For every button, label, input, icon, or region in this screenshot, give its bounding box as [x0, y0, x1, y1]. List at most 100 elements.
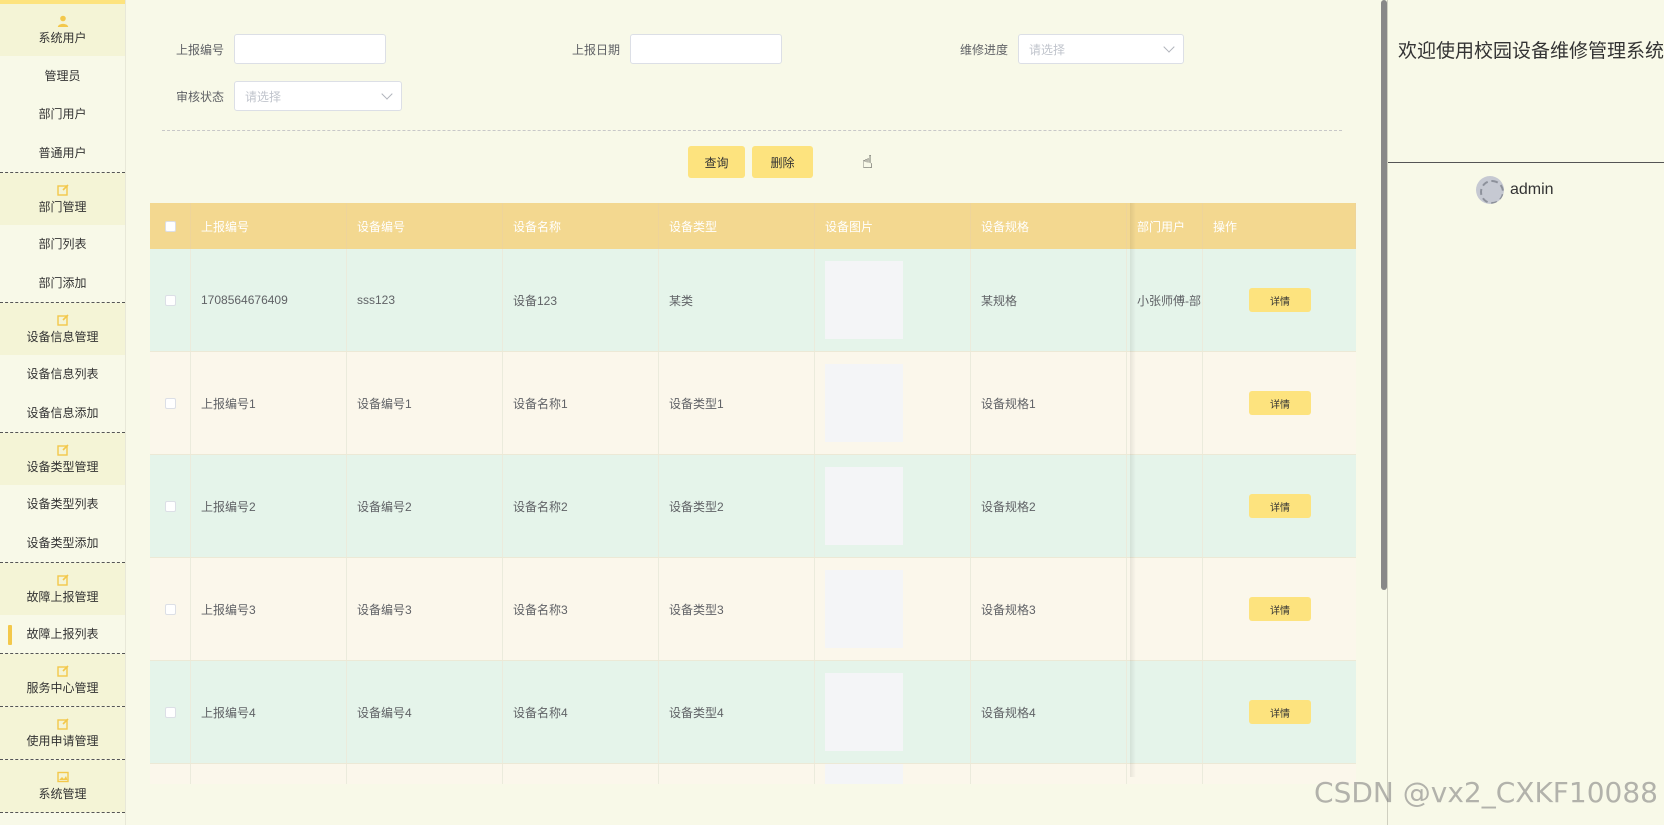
detail-button[interactable]: 详情	[1249, 597, 1311, 621]
device-image-cell	[815, 661, 971, 763]
row-check-cell	[150, 558, 191, 660]
query-button[interactable]: 查询	[688, 146, 745, 178]
row-check-cell	[150, 455, 191, 557]
table-row[interactable]: 上报编号1 设备编号1 设备名称1 设备类型1 设备规格1 详情	[150, 352, 1356, 455]
spec-cell: 设备规格1	[971, 352, 1127, 454]
menu-head-device-type[interactable]: 设备类型管理	[0, 432, 125, 485]
sidebar-item-type-add[interactable]: 设备类型添加	[0, 523, 125, 562]
menu-head-fault-report[interactable]: 故障上报管理	[0, 562, 125, 615]
select-all-checkbox[interactable]	[164, 220, 176, 232]
menu-group-system: 系统管理	[0, 760, 125, 813]
column-header[interactable]: 设备类型	[659, 203, 815, 249]
audit-select[interactable]: 请选择	[234, 81, 402, 111]
device-type-cell: 某类	[659, 249, 815, 351]
column-header[interactable]: 设备名称	[503, 203, 659, 249]
device-type-cell: 设备类型4	[659, 661, 815, 763]
sidebar-item-fault-list[interactable]: 故障上报列表	[0, 615, 125, 654]
menu-head-dept[interactable]: 部门管理	[0, 172, 125, 225]
empty-cell	[191, 764, 347, 784]
select-all-cell	[150, 203, 191, 249]
device-type-cell: 设备类型1	[659, 352, 815, 454]
row-checkbox[interactable]	[164, 397, 176, 409]
device-image-cell	[815, 455, 971, 557]
table-row[interactable]: 上报编号4 设备编号4 设备名称4 设备类型4 设备规格4 详情	[150, 661, 1356, 764]
report-date-input[interactable]	[630, 34, 782, 64]
report-no-cell: 上报编号1	[191, 352, 347, 454]
device-name-cell: 设备123	[503, 249, 659, 351]
delete-button[interactable]: 删除	[752, 146, 813, 178]
sidebar-item-dept-add[interactable]: 部门添加	[0, 263, 125, 302]
menu-group-system-users: 系统用户 管理员 部门用户 普通用户	[0, 4, 125, 173]
menu-head-label: 使用申请管理	[26, 734, 99, 748]
detail-button[interactable]: 详情	[1249, 494, 1311, 518]
user-info[interactable]: admin	[1476, 176, 1554, 204]
column-header[interactable]: 设备图片	[815, 203, 971, 249]
detail-button[interactable]: 详情	[1249, 700, 1311, 724]
menu-head-label: 服务中心管理	[26, 681, 99, 695]
column-header[interactable]: 设备规格	[971, 203, 1127, 249]
device-name-cell: 设备名称3	[503, 558, 659, 660]
menu-head-service[interactable]: 服务中心管理	[0, 654, 125, 706]
chevron-down-icon	[381, 88, 393, 100]
table-row[interactable]: 1708564676409 sss123 设备123 某类 某规格 小张师傅-部…	[150, 249, 1356, 352]
device-image	[825, 467, 903, 545]
spec-cell: 设备规格4	[971, 661, 1127, 763]
sidebar-item-dept-users[interactable]: 部门用户	[0, 95, 125, 134]
menu-head-system[interactable]: 系统管理	[0, 760, 125, 812]
row-check-cell	[150, 661, 191, 763]
device-image-cell	[815, 352, 971, 454]
sidebar-item-dept-list[interactable]: 部门列表	[0, 225, 125, 264]
row-checkbox[interactable]	[164, 603, 176, 615]
menu-head-device-info[interactable]: 设备信息管理	[0, 302, 125, 355]
welcome-title: 欢迎使用校园设备维修管理系统	[1397, 41, 1664, 62]
sidebar-item-admin[interactable]: 管理员	[0, 56, 125, 95]
column-header[interactable]: 上报编号	[191, 203, 347, 249]
table-row[interactable]: 上报编号2 设备编号2 设备名称2 设备类型2 设备规格2 详情	[150, 455, 1356, 558]
menu-group-apply: 使用申请管理	[0, 707, 125, 760]
chevron-down-icon	[1163, 41, 1175, 53]
spec-cell: 设备规格3	[971, 558, 1127, 660]
main-content: 上报编号 上报日期 维修进度 请选择 审核状态 请选择 查询 删除 ☝ 上报编号…	[126, 0, 1381, 825]
device-image-cell	[815, 764, 971, 784]
menu-head-label: 系统用户	[38, 31, 87, 45]
sidebar-item-device-add[interactable]: 设备信息添加	[0, 393, 125, 432]
device-name-cell: 设备名称4	[503, 661, 659, 763]
device-type-cell: 设备类型2	[659, 455, 815, 557]
edit-icon	[56, 573, 69, 586]
column-header[interactable]: 部门用户	[1127, 203, 1203, 249]
device-image	[825, 261, 903, 339]
row-checkbox[interactable]	[164, 294, 176, 306]
progress-select[interactable]: 请选择	[1018, 34, 1184, 64]
edit-icon	[56, 443, 69, 456]
menu-head-apply[interactable]: 使用申请管理	[0, 707, 125, 759]
action-cell: 详情	[1203, 455, 1356, 557]
detail-button[interactable]: 详情	[1249, 288, 1311, 312]
edit-icon	[56, 313, 69, 326]
action-cell: 详情	[1203, 558, 1356, 660]
menu-group-device-info: 设备信息管理 设备信息列表 设备信息添加	[0, 302, 125, 433]
hand-cursor-icon: ☝	[862, 152, 873, 172]
report-no-input[interactable]	[234, 34, 386, 64]
report-no-label: 上报编号	[175, 42, 224, 57]
action-cell: 详情	[1203, 661, 1356, 763]
audit-placeholder: 请选择	[245, 89, 282, 104]
menu-head-system-users[interactable]: 系统用户	[0, 4, 125, 56]
edit-icon	[56, 718, 69, 730]
sidebar-item-device-list[interactable]: 设备信息列表	[0, 355, 125, 394]
menu-head-label: 设备信息管理	[26, 329, 99, 344]
report-no-cell: 1708564676409	[191, 249, 347, 351]
menu-head-label: 系统管理	[38, 787, 87, 801]
filter-audit: 审核状态 请选择	[126, 81, 402, 111]
device-image	[825, 364, 903, 442]
row-checkbox[interactable]	[164, 706, 176, 718]
empty-cell	[503, 764, 659, 784]
row-checkbox[interactable]	[164, 500, 176, 512]
table-row[interactable]: 上报编号3 设备编号3 设备名称3 设备类型3 设备规格3 详情	[150, 558, 1356, 661]
sidebar-item-type-list[interactable]: 设备类型列表	[0, 485, 125, 524]
menu-group-service: 服务中心管理	[0, 654, 125, 707]
column-header[interactable]: 设备编号	[347, 203, 503, 249]
detail-button[interactable]: 详情	[1249, 391, 1311, 415]
sidebar-item-normal-users[interactable]: 普通用户	[0, 133, 125, 172]
sidebar: 系统用户 管理员 部门用户 普通用户 部门管理 部门列表 部门添加 设备信息管理…	[0, 0, 126, 825]
fault-report-table: 上报编号 设备编号 设备名称 设备类型 设备图片 设备规格 部门用户 操作 17…	[150, 203, 1356, 784]
